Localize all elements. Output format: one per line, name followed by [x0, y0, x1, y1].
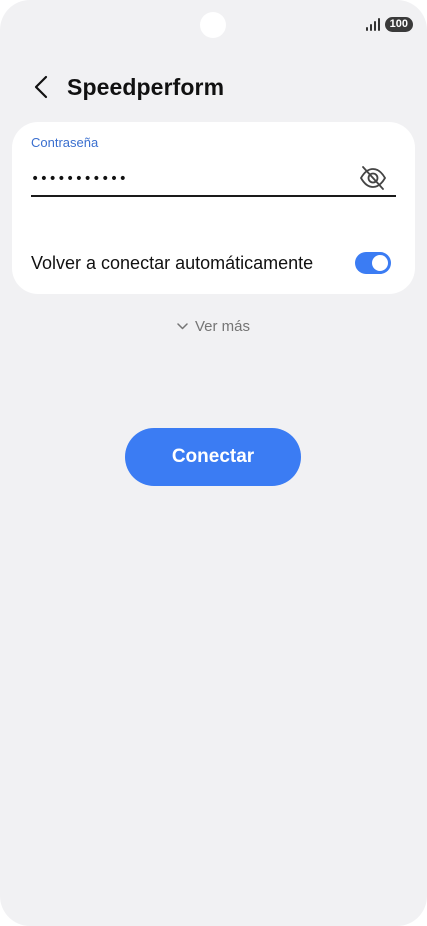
- eye-off-icon: [359, 166, 387, 190]
- password-input[interactable]: [31, 162, 351, 196]
- chevron-left-icon: [34, 75, 48, 99]
- battery-icon: 100: [384, 17, 413, 32]
- password-label: Contraseña: [31, 135, 99, 150]
- see-more-label: Ver más: [194, 318, 251, 335]
- back-button[interactable]: [26, 70, 56, 104]
- camera-cutout: [200, 12, 226, 38]
- signal-icon: [365, 18, 380, 31]
- see-more-button[interactable]: Ver más: [0, 318, 427, 335]
- connect-button[interactable]: Conectar: [125, 428, 301, 486]
- battery-level: 100: [389, 18, 408, 30]
- password-underline: [31, 195, 396, 197]
- auto-reconnect-toggle[interactable]: [355, 252, 391, 274]
- toggle-knob: [372, 255, 388, 271]
- screen: 100 Speedperform Contraseña Volver a con…: [0, 0, 427, 926]
- chevron-down-icon: [177, 323, 188, 330]
- header: Speedperform: [26, 70, 224, 104]
- password-visibility-button[interactable]: [358, 165, 388, 191]
- settings-card: Contraseña Volver a conectar automáticam…: [12, 122, 415, 294]
- auto-reconnect-label: Volver a conectar automáticamente: [31, 253, 314, 273]
- page-title: Speedperform: [67, 73, 225, 100]
- status-bar: 100: [365, 17, 413, 32]
